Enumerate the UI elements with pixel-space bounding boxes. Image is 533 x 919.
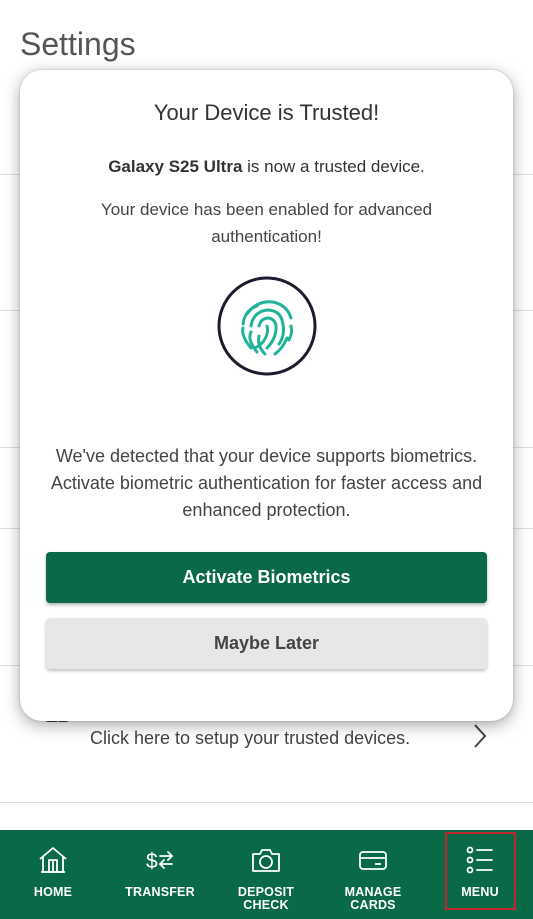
- device-name: Galaxy S25 Ultra: [108, 157, 243, 176]
- divider: [0, 802, 533, 803]
- nav-deposit-check[interactable]: DEPOSIT CHECK: [226, 830, 306, 919]
- chevron-right-icon: [470, 722, 490, 750]
- menu-highlight-box: [445, 832, 516, 910]
- nav-home-label: HOME: [33, 885, 73, 899]
- device-status-suffix: is now a trusted device.: [242, 157, 425, 176]
- nav-deposit-label-line2: CHECK: [243, 898, 289, 912]
- nav-home[interactable]: HOME: [13, 830, 93, 919]
- nav-deposit-label: DEPOSIT CHECK: [226, 886, 306, 912]
- maybe-later-button[interactable]: Maybe Later: [46, 618, 487, 669]
- nav-manage-label-line2: CARDS: [350, 898, 396, 912]
- bottom-nav: HOME $ TRANSFER DEPOSIT CHECK MANAGE CAR…: [0, 830, 533, 919]
- trusted-device-modal: Your Device is Trusted! Galaxy S25 Ultra…: [20, 70, 513, 721]
- nav-manage-cards[interactable]: MANAGE CARDS: [333, 830, 413, 919]
- fingerprint-icon: [217, 276, 317, 376]
- home-icon: [39, 847, 67, 873]
- nav-transfer-label: TRANSFER: [125, 885, 195, 899]
- card-icon: [359, 851, 387, 870]
- svg-text:$: $: [146, 850, 158, 873]
- page-title: Settings: [20, 26, 136, 62]
- trusted-devices-label: Click here to setup your trusted devices…: [90, 728, 411, 748]
- enabled-message: Your device has been enabled for advance…: [100, 200, 433, 246]
- biometrics-message: We've detected that your device supports…: [50, 446, 483, 520]
- device-status-text: Galaxy S25 Ultra is now a trusted device…: [20, 157, 513, 177]
- modal-title: Your Device is Trusted!: [153, 100, 380, 125]
- camera-icon: [252, 849, 280, 872]
- nav-manage-label: MANAGE CARDS: [333, 886, 413, 912]
- activate-biometrics-button[interactable]: Activate Biometrics: [46, 552, 487, 603]
- transfer-icon: $: [146, 850, 174, 873]
- nav-transfer[interactable]: $ TRANSFER: [120, 830, 200, 919]
